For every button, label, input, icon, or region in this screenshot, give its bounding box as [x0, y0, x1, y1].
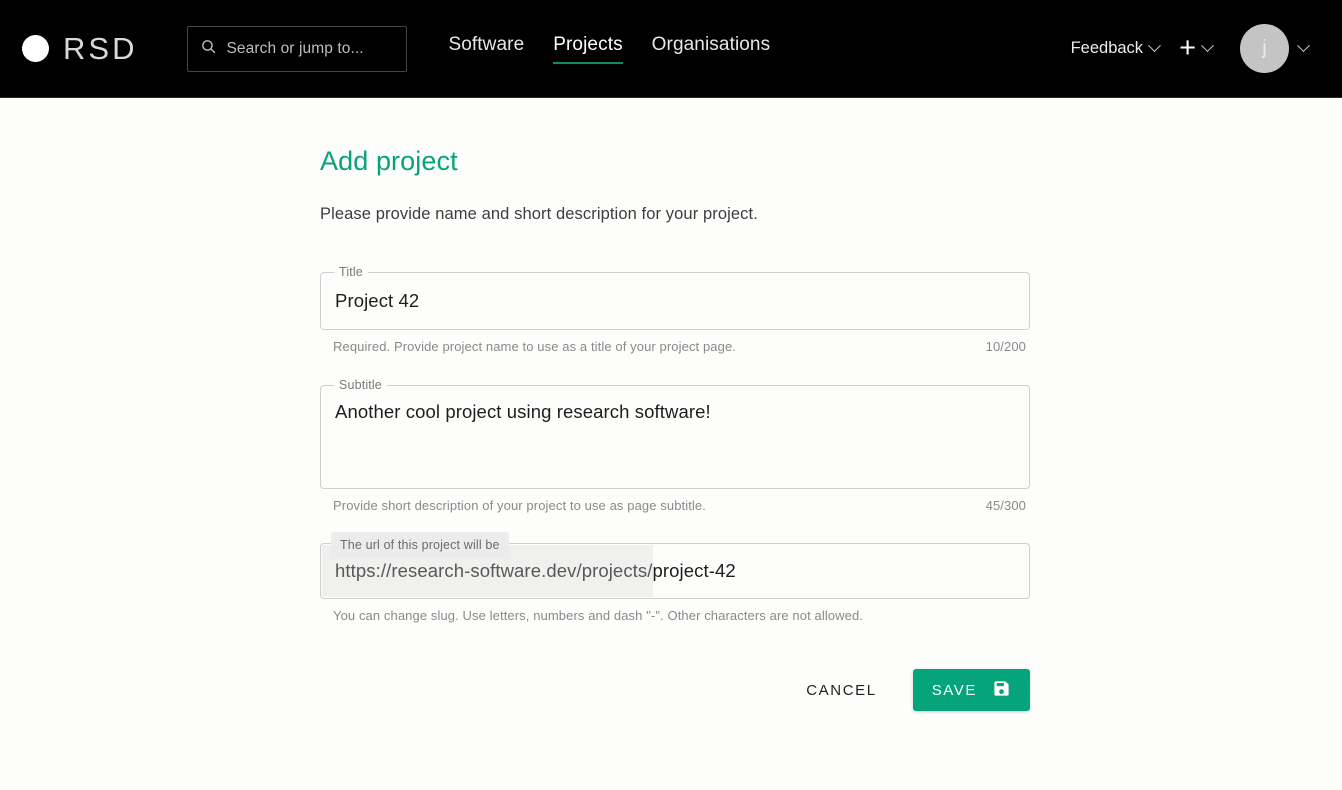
- nav-item-software[interactable]: Software: [448, 33, 524, 64]
- brand-name: RSD: [63, 31, 138, 66]
- title-label: Title: [334, 264, 368, 282]
- circle-logo-icon: [22, 35, 49, 62]
- plus-icon: +: [1179, 32, 1196, 65]
- chevron-down-icon: [1201, 39, 1214, 53]
- chevron-down-icon: [1297, 39, 1310, 53]
- slug-label: The url of this project will be: [331, 532, 509, 559]
- subtitle-char-counter: 45/300: [985, 498, 1026, 513]
- header-right-actions: Feedback + j: [1061, 24, 1318, 73]
- feedback-menu-button[interactable]: Feedback: [1061, 33, 1169, 64]
- field-slug: The url of this project will be https://…: [320, 532, 1030, 623]
- cancel-button[interactable]: CANCEL: [796, 673, 886, 708]
- add-menu-button[interactable]: +: [1169, 32, 1222, 64]
- page-title: Add project: [320, 146, 458, 176]
- title-value: Project 42: [335, 290, 420, 311]
- subtitle-label: Subtitle: [334, 377, 387, 395]
- search-input[interactable]: Search or jump to...: [187, 25, 408, 72]
- subtitle-textarea[interactable]: Subtitle Another cool project using rese…: [320, 377, 1030, 489]
- save-button-label: SAVE: [931, 681, 977, 699]
- title-input[interactable]: Title Project 42: [320, 264, 1030, 330]
- save-button[interactable]: SAVE: [912, 669, 1030, 711]
- chevron-down-icon: [1148, 39, 1161, 53]
- field-subtitle: Subtitle Another cool project using rese…: [320, 377, 1030, 513]
- main-navigation: Software Projects Organisations: [448, 33, 770, 64]
- account-menu-button[interactable]: [1289, 38, 1318, 59]
- save-floppy-icon: [992, 679, 1011, 702]
- subtitle-helper-row: Provide short description of your projec…: [320, 489, 1030, 513]
- avatar[interactable]: j: [1240, 24, 1289, 73]
- page-description: Please provide name and short descriptio…: [320, 205, 758, 223]
- feedback-label: Feedback: [1070, 39, 1144, 57]
- form-actions: CANCEL SAVE: [320, 669, 1030, 711]
- slug-helper-row: You can change slug. Use letters, number…: [320, 599, 1030, 623]
- add-project-form: Title Project 42 Required. Provide proje…: [320, 264, 1030, 711]
- slug-helper-text: You can change slug. Use letters, number…: [333, 608, 863, 623]
- brand-logo-link[interactable]: RSD: [22, 33, 137, 64]
- add-project-form-container: Add project Please provide name and shor…: [320, 98, 1030, 711]
- nav-item-projects[interactable]: Projects: [553, 33, 623, 64]
- field-title: Title Project 42 Required. Provide proje…: [320, 264, 1030, 354]
- app-header: RSD Search or jump to... Software Projec…: [0, 0, 1342, 98]
- subtitle-helper-text: Provide short description of your projec…: [333, 498, 706, 513]
- nav-item-organisations[interactable]: Organisations: [652, 33, 771, 64]
- search-placeholder: Search or jump to...: [226, 39, 364, 57]
- page-body: Add project Please provide name and shor…: [0, 98, 1342, 790]
- slug-value: project-42: [652, 560, 736, 581]
- search-icon: [200, 38, 217, 60]
- title-char-counter: 10/200: [985, 339, 1026, 354]
- subtitle-value: Another cool project using research soft…: [335, 401, 711, 422]
- title-helper-text: Required. Provide project name to use as…: [333, 339, 736, 354]
- slug-input[interactable]: The url of this project will be https://…: [320, 532, 1030, 599]
- title-helper-row: Required. Provide project name to use as…: [320, 330, 1030, 354]
